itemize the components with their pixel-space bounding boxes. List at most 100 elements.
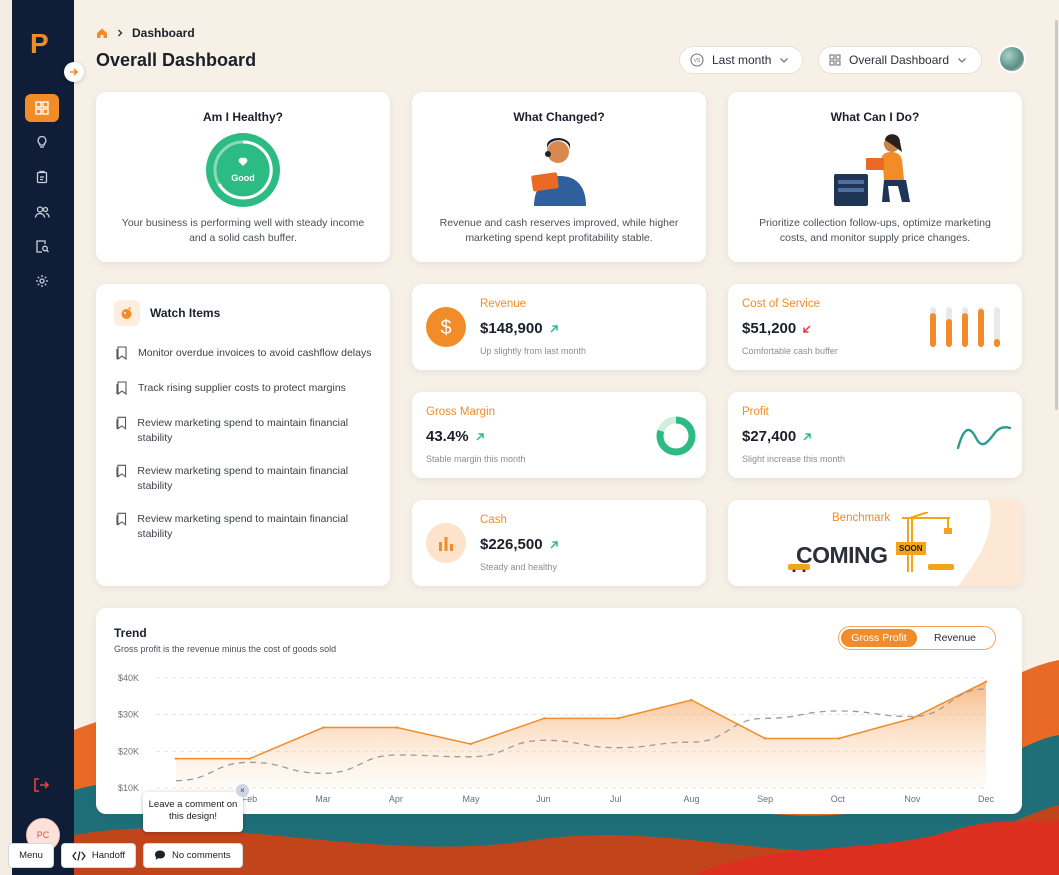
watch-item-text: Review marketing spend to maintain finan… <box>137 417 349 444</box>
comment-icon <box>155 850 165 860</box>
watch-items-title: Watch Items <box>150 306 221 320</box>
app-frame: P PC Dashboard Overall Dashboard VS Last… <box>12 0 1059 875</box>
home-icon[interactable] <box>96 27 108 39</box>
handoff-button[interactable]: Handoff <box>61 843 136 868</box>
action-card-title: What Can I Do? <box>830 110 920 124</box>
profit-value-row: $27,400 <box>742 428 812 445</box>
lightbulb-icon <box>37 135 47 148</box>
cash-card[interactable]: Cash $226,500 Steady and healthy <box>412 500 706 586</box>
data-point <box>542 717 546 720</box>
margin-subtext: Stable margin this month <box>426 454 526 464</box>
health-status-label: Good <box>231 173 255 183</box>
breadcrumb-current[interactable]: Dashboard <box>132 26 195 40</box>
cost-subtext: Comfortable cash buffer <box>742 346 838 356</box>
trend-up-icon <box>550 324 558 333</box>
benchmark-card: Benchmark COMING SOON <box>728 500 1022 586</box>
dashboard-select[interactable]: Overall Dashboard <box>818 46 982 74</box>
trend-up-icon <box>803 432 811 441</box>
benchmark-soon: SOON <box>896 542 926 555</box>
benchmark-label: Benchmark <box>832 512 891 524</box>
cost-label: Cost of Service <box>742 298 820 310</box>
data-point <box>984 680 988 683</box>
dashboard-icon <box>829 54 841 66</box>
watch-item[interactable]: Review marketing spend to maintain finan… <box>116 416 374 446</box>
sidebar-item-insights[interactable] <box>25 128 59 156</box>
alert-icon <box>114 300 140 326</box>
x-tick-label: Jun <box>536 794 551 804</box>
x-tick-label: Sep <box>757 794 773 804</box>
comments-button[interactable]: No comments <box>143 843 243 868</box>
health-card-description: Your business is performing well with st… <box>121 217 365 244</box>
margin-donut <box>656 416 696 456</box>
cost-bar <box>946 319 952 347</box>
app-logo[interactable]: P <box>30 28 49 60</box>
profit-sparkline <box>956 426 1012 450</box>
bookmark-icon <box>116 381 127 395</box>
handoff-label: Handoff <box>91 850 125 861</box>
x-tick-label: Mar <box>315 794 331 804</box>
sidebar-item-users[interactable] <box>25 198 59 226</box>
close-comment-button[interactable]: × <box>236 784 249 797</box>
trend-up-icon <box>476 432 484 441</box>
cost-bar <box>962 313 968 347</box>
cash-subtext: Steady and healthy <box>480 562 558 572</box>
trend-subtitle: Gross profit is the revenue minus the co… <box>114 644 337 654</box>
watch-item[interactable]: Review marketing spend to maintain finan… <box>116 464 374 494</box>
action-card: What Can I Do? Prioritize collection fol… <box>728 92 1022 262</box>
cash-label: Cash <box>480 514 507 526</box>
dollar-icon: $ <box>426 307 466 347</box>
cost-mini-bars <box>930 307 1000 347</box>
profit-card[interactable]: Profit $27,400 Slight increase this mont… <box>728 392 1022 478</box>
chevron-down-icon <box>958 58 967 63</box>
gear-icon <box>36 275 48 287</box>
x-tick-label: Aug <box>683 794 699 804</box>
watch-item-text: Track rising supplier costs to protect m… <box>138 382 346 394</box>
watch-item[interactable]: Review marketing spend to maintain finan… <box>116 512 374 542</box>
watch-item-text: Monitor overdue invoices to avoid cashfl… <box>138 347 372 359</box>
x-tick-label: Jul <box>610 794 622 804</box>
users-icon <box>34 206 50 218</box>
data-point <box>395 726 399 729</box>
menu-button[interactable]: Menu <box>8 843 54 868</box>
trend-metric-toggle: Gross Profit Revenue <box>838 626 996 650</box>
cash-value-row: $226,500 <box>480 536 559 553</box>
sidebar-toggle-button[interactable] <box>64 62 84 82</box>
period-select[interactable]: VS Last month <box>679 46 803 74</box>
profit-label: Profit <box>742 406 769 418</box>
data-point <box>174 757 178 760</box>
comment-prompt[interactable]: Leave a comment on this design! <box>143 792 243 832</box>
toggle-revenue[interactable]: Revenue <box>917 629 993 647</box>
health-card-title: Am I Healthy? <box>202 110 283 124</box>
x-tick-label: Oct <box>831 794 846 804</box>
construction-ground <box>788 564 954 572</box>
user-avatar[interactable] <box>998 45 1026 73</box>
sidebar-item-documents[interactable] <box>25 232 59 260</box>
svg-text:$: $ <box>440 317 451 339</box>
profit-value: $27,400 <box>742 428 797 445</box>
logout-button[interactable] <box>32 776 50 799</box>
revenue-card[interactable]: $ Revenue $148,900 Up slightly from last… <box>412 284 706 370</box>
sidebar-item-reports[interactable] <box>25 163 59 191</box>
x-tick-label: Dec <box>978 794 995 804</box>
sidebar-item-dashboard[interactable] <box>25 94 59 122</box>
sidebar-item-settings[interactable] <box>25 267 59 295</box>
margin-card[interactable]: Gross Margin 43.4% Stable margin this mo… <box>412 392 706 478</box>
trend-down-icon <box>803 324 811 333</box>
x-tick-label: May <box>463 794 481 804</box>
trend-card: Trend Gross profit is the revenue minus … <box>96 608 1022 814</box>
changed-card-description: Revenue and cash reserves improved, whil… <box>439 217 679 244</box>
clipboard-icon <box>36 170 48 184</box>
bookmark-icon <box>116 512 127 526</box>
cost-card[interactable]: Cost of Service $51,200 Comfortable cash… <box>728 284 1022 370</box>
menu-button-label: Menu <box>19 850 43 861</box>
watch-item[interactable]: Monitor overdue invoices to avoid cashfl… <box>116 346 374 361</box>
y-tick-label: $10K <box>118 783 139 793</box>
bar-chart-icon <box>426 523 466 563</box>
code-icon <box>72 850 86 861</box>
changed-card: What Changed? Revenue and cash reserves … <box>412 92 706 262</box>
watch-item-text: Review marketing spend to maintain finan… <box>137 465 349 492</box>
watch-item[interactable]: Track rising supplier costs to protect m… <box>116 381 374 396</box>
toggle-gross-profit[interactable]: Gross Profit <box>841 629 917 647</box>
scrollbar-thumb[interactable] <box>1055 20 1058 410</box>
breadcrumb: Dashboard <box>96 26 195 40</box>
